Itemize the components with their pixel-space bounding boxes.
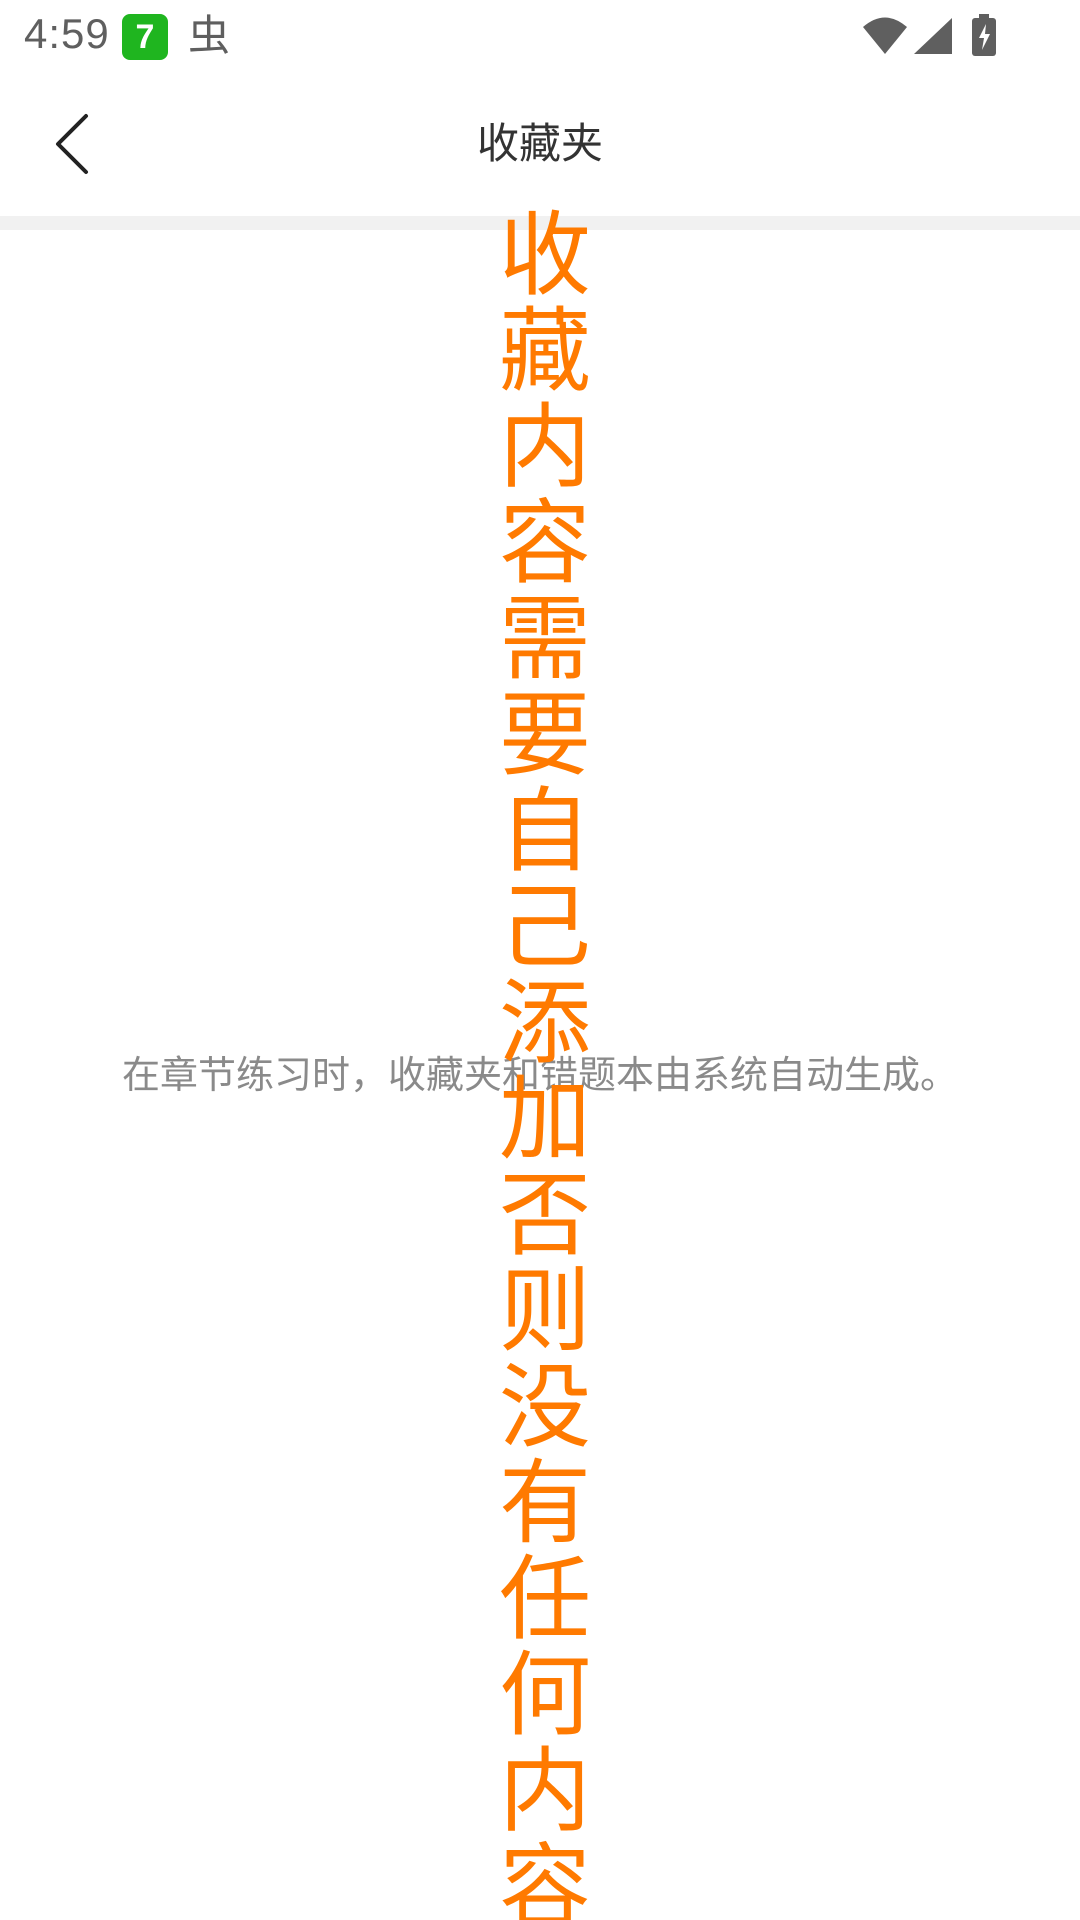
header-divider [0,216,1080,230]
wifi-icon [862,16,908,60]
app-header: 收藏夹 [0,72,1080,216]
page: 4:59 7 虫 收藏夹 在章节练习时，收藏夹和错题本由系统自动生成。 收藏内容… [0,0,1080,1920]
battery-charging-icon [970,14,998,62]
empty-state-message: 在章节练习时，收藏夹和错题本由系统自动生成。 [121,1053,958,1097]
page-title: 收藏夹 [476,119,603,168]
app-badge-icon: 7 [122,14,168,60]
signal-icon [912,16,954,60]
status-time: 4:59 [24,10,110,57]
back-button[interactable] [40,108,112,180]
bug-icon: 虫 [188,11,231,60]
chevron-left-icon [56,114,88,174]
status-bar: 4:59 7 虫 [0,0,1080,72]
